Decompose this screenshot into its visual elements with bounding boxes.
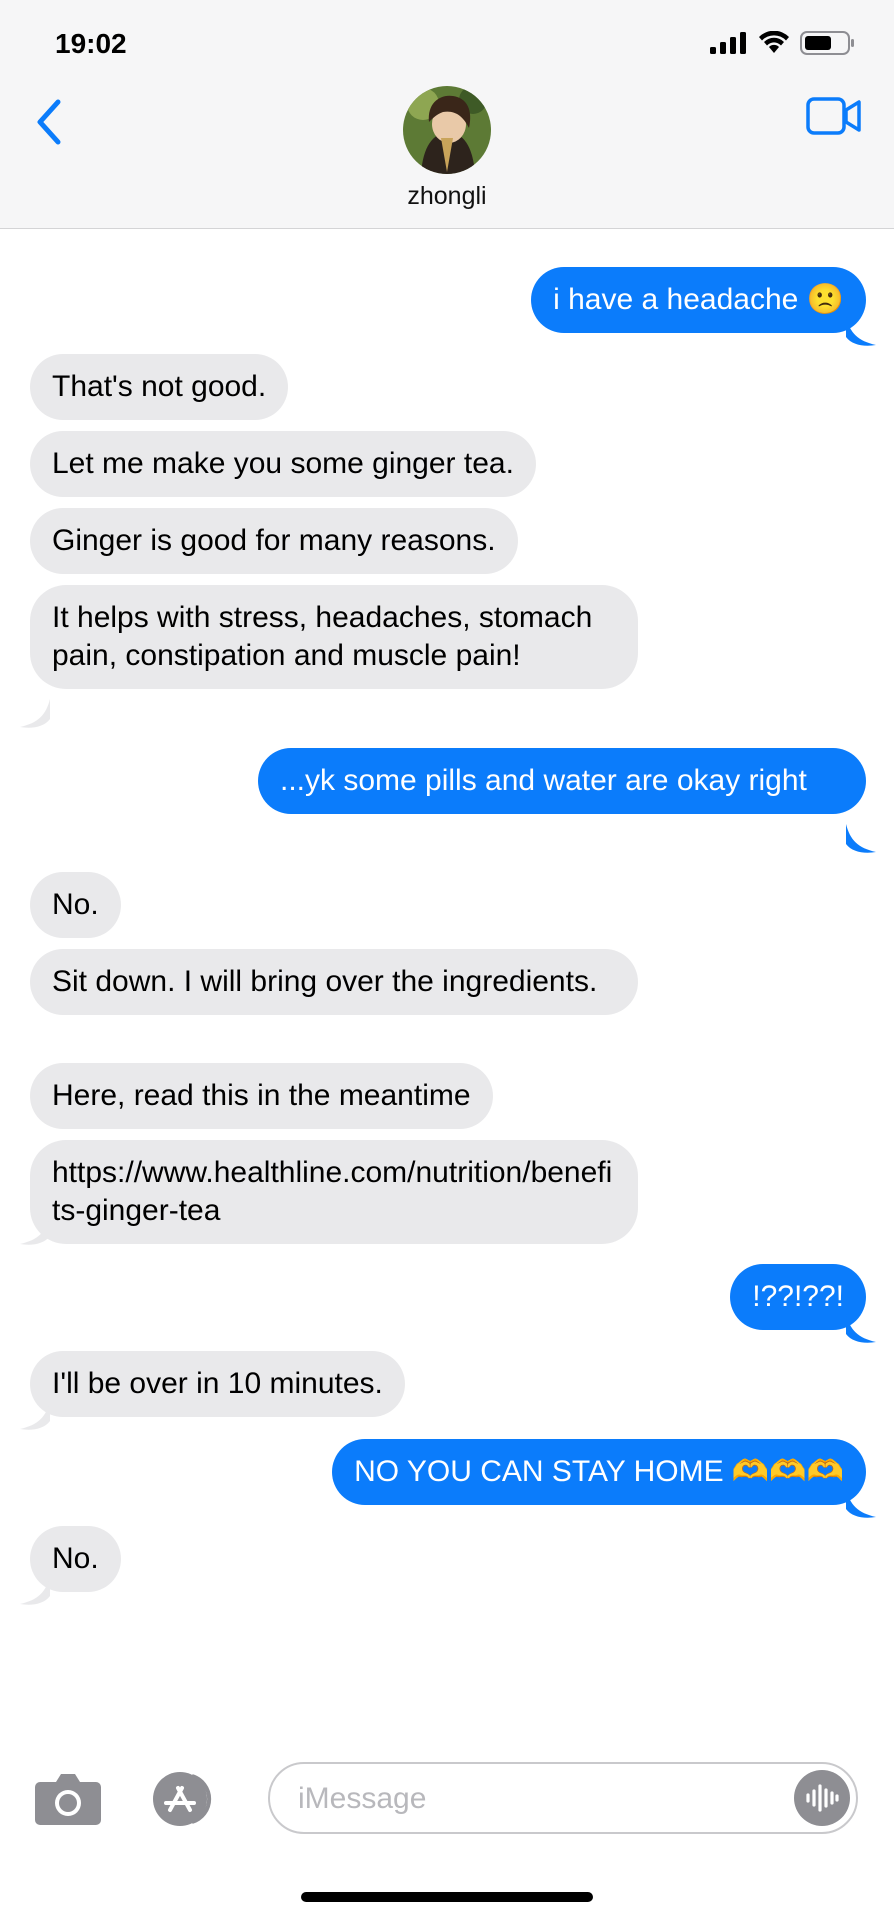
incoming-message[interactable]: Let me make you some ginger tea. (30, 431, 536, 497)
app-store-button[interactable] (148, 1770, 224, 1828)
status-time: 19:02 (55, 28, 127, 59)
incoming-message[interactable]: No. (30, 872, 121, 938)
message-input[interactable]: iMessage (268, 1762, 858, 1834)
camera-button[interactable] (34, 1770, 102, 1826)
bubble-tail-in (20, 1576, 50, 1605)
conversation-header: 19:02 zhongli (0, 0, 894, 229)
status-icons (710, 30, 856, 56)
bubble-tail-in (20, 1401, 50, 1430)
outgoing-message[interactable]: ...yk some pills and water are okay righ… (258, 748, 866, 814)
cellular-signal-icon (710, 32, 746, 54)
messages-screen: 19:02 zhongli i have a headache 🙁 That's… (0, 0, 894, 1920)
message-input-placeholder: iMessage (298, 1782, 427, 1815)
camera-icon (35, 1774, 101, 1825)
audio-message-button[interactable] (794, 1770, 850, 1826)
incoming-message-link[interactable]: https://www.healthline.com/nutrition/ben… (30, 1140, 638, 1244)
wifi-icon (759, 31, 789, 53)
outgoing-message[interactable]: i have a headache 🙁 (531, 267, 866, 333)
bubble-tail-in (20, 1216, 50, 1245)
bubble-tail-in (20, 699, 50, 728)
battery-icon (800, 31, 854, 55)
outgoing-message[interactable]: NO YOU CAN STAY HOME 🫶🫶🫶 (332, 1439, 866, 1505)
bubble-tail-out (846, 1314, 876, 1343)
contact-avatar[interactable] (403, 86, 491, 174)
bubble-tail-out (846, 824, 876, 853)
incoming-message[interactable]: It helps with stress, headaches, stomach… (30, 585, 638, 689)
bubble-tail-out (846, 1489, 876, 1518)
incoming-message[interactable]: That's not good. (30, 354, 289, 420)
bubble-tail-out (846, 317, 876, 346)
home-indicator[interactable] (301, 1892, 593, 1902)
incoming-message[interactable]: Sit down. I will bring over the ingredie… (30, 949, 638, 1015)
chevron-left-icon (37, 99, 61, 145)
back-button[interactable] (26, 92, 72, 152)
video-call-button[interactable] (806, 96, 862, 136)
video-camera-icon (806, 97, 861, 135)
incoming-message[interactable]: Here, read this in the meantime (30, 1063, 493, 1129)
incoming-message[interactable]: Ginger is good for many reasons. (30, 508, 518, 574)
audio-waveform-icon (806, 1784, 839, 1812)
contact-name[interactable]: zhongli (0, 182, 894, 211)
app-store-icon (153, 1772, 212, 1826)
incoming-message[interactable]: I'll be over in 10 minutes. (30, 1351, 405, 1417)
